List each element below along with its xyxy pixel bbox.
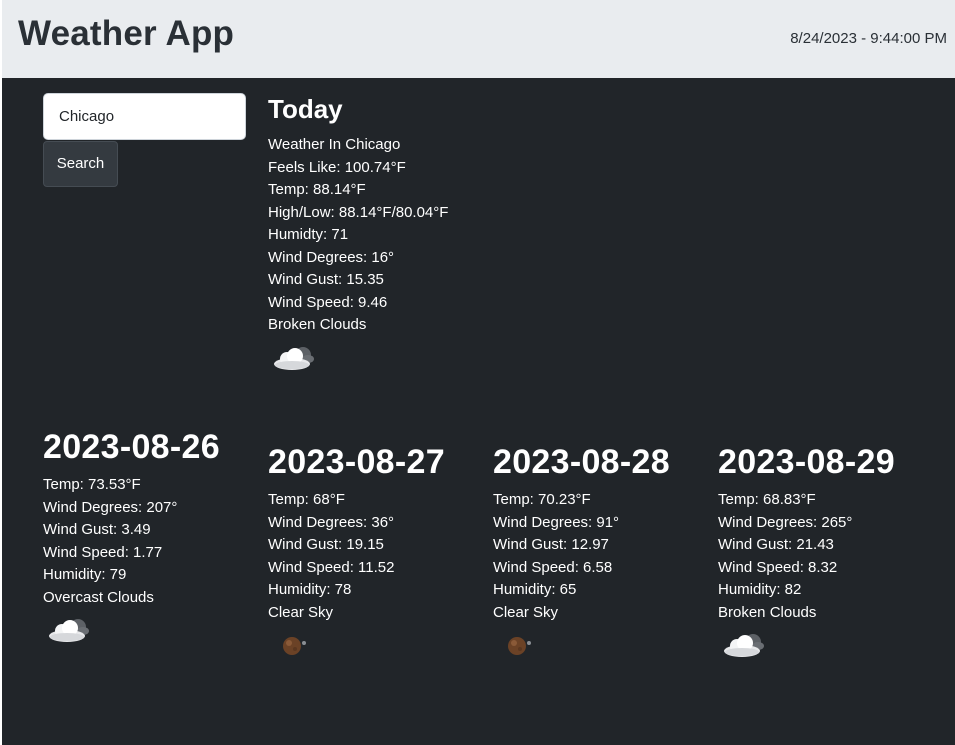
forecast-humidity: Humidity: 79 (43, 566, 127, 583)
forecast-date: 2023-08-27 (268, 443, 445, 481)
forecast-wind-gust: Wind Gust: 12.97 (493, 536, 609, 553)
forecast-wind-degrees: Wind Degrees: 207° (43, 498, 178, 516)
forecast-wind-degrees: Wind Degrees: 91° (493, 513, 620, 531)
forecast-temp: Temp: 73.53°F (43, 476, 141, 493)
today-feels-like: Feels Like: 100.74°F (268, 158, 406, 176)
forecast-date: 2023-08-26 (43, 428, 220, 466)
moon-icon (283, 637, 306, 655)
forecast-temp: Temp: 68°F (268, 491, 345, 508)
cloud-icon (724, 634, 764, 657)
forecast-wind-degrees: Wind Degrees: 265° (718, 513, 853, 531)
forecast-wind-speed: Wind Speed: 1.77 (43, 543, 163, 561)
app-title: Weather App (18, 14, 235, 53)
moon-icon (508, 637, 531, 655)
today-description: Broken Clouds (268, 316, 367, 333)
forecast-card-3: 2023-08-28 Temp: 70.23°F Wind Degrees: 9… (493, 442, 713, 660)
forecast-date: 2023-08-29 (718, 443, 895, 481)
current-datetime: 8/24/2023 - 9:44:00 PM (790, 30, 947, 47)
forecast-date: 2023-08-28 (493, 443, 670, 481)
today-humidity: Humidty: 71 (268, 226, 349, 243)
today-wind-gust: Wind Gust: 15.35 (268, 271, 384, 288)
today-location: Weather In Chicago (268, 136, 401, 153)
forecast-wind-speed: Wind Speed: 6.58 (493, 558, 613, 576)
app-header: Weather App 8/24/2023 - 9:44:00 PM (2, 0, 955, 78)
forecast-description: Clear Sky (493, 603, 559, 621)
forecast-humidity: Humidity: 82 (718, 581, 802, 598)
cloud-icon (274, 346, 314, 370)
forecast-description: Overcast Clouds (43, 588, 154, 606)
today-temp: Temp: 88.14°F (268, 181, 366, 198)
forecast-description: Broken Clouds (718, 603, 817, 621)
forecast-wind-gust: Wind Gust: 21.43 (718, 536, 834, 553)
main-content: Search Today Weather In Chicago Feels Li… (2, 78, 955, 745)
today-wind-degrees: Wind Degrees: 16° (268, 248, 395, 266)
forecast-wind-degrees: Wind Degrees: 36° (268, 513, 395, 531)
today-wind-speed: Wind Speed: 9.46 (268, 293, 388, 311)
forecast-wind-speed: Wind Speed: 8.32 (718, 558, 838, 576)
forecast-card-4: 2023-08-29 Temp: 68.83°F Wind Degrees: 2… (718, 442, 938, 660)
search-button[interactable]: Search (43, 141, 118, 187)
forecast-description: Clear Sky (268, 603, 334, 621)
forecast-wind-gust: Wind Gust: 3.49 (43, 521, 151, 538)
forecast-humidity: Humidity: 65 (493, 581, 577, 598)
forecast-wind-speed: Wind Speed: 11.52 (268, 558, 395, 576)
cloud-icon (49, 619, 89, 642)
today-high-low: High/Low: 88.14°F/80.04°F (268, 203, 449, 221)
forecast-humidity: Humidity: 78 (268, 581, 352, 598)
forecast-card-1: 2023-08-26 Temp: 73.53°F Wind Degrees: 2… (43, 427, 263, 645)
today-panel: Today Weather In Chicago Feels Like: 100… (268, 94, 448, 373)
city-search-input[interactable] (43, 93, 246, 140)
forecast-temp: Temp: 70.23°F (493, 491, 591, 508)
today-title: Today (268, 94, 343, 124)
forecast-card-2: 2023-08-27 Temp: 68°F Wind Degrees: 36° … (268, 442, 488, 660)
forecast-temp: Temp: 68.83°F (718, 491, 816, 508)
forecast-wind-gust: Wind Gust: 19.15 (268, 536, 384, 553)
